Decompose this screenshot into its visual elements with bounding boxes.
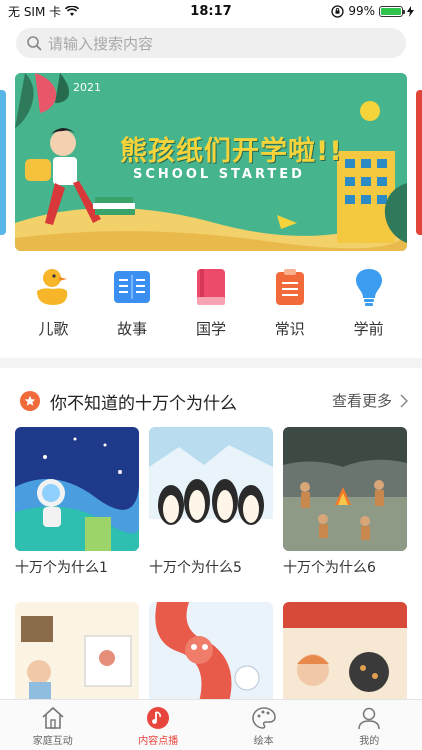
chevron-right-icon [400, 393, 408, 408]
section-star-icon [20, 391, 40, 411]
card-thumbnail [283, 427, 407, 551]
banner-year: 2021 [73, 81, 101, 94]
battery-icon [379, 5, 405, 17]
clipboard-icon [269, 266, 311, 308]
banner-next-peek[interactable] [416, 90, 422, 235]
card-title: 十万个为什么5 [149, 560, 242, 576]
music-note-icon [147, 707, 170, 729]
card-thumbnail [15, 602, 139, 702]
tab-label: 家庭互动 [32, 736, 73, 747]
category-stories[interactable]: 故事 [102, 266, 162, 346]
category-common-sense[interactable]: 常识 [260, 266, 320, 346]
see-more-link[interactable]: 查看更多 [332, 390, 408, 411]
cards-row [15, 602, 407, 702]
banner-subtitle: SCHOOL STARTED [133, 167, 305, 182]
see-more-label: 查看更多 [331, 392, 392, 410]
card-title: 十万个为什么1 [15, 560, 108, 576]
category-preschool[interactable]: 学前 [339, 266, 399, 346]
card-item[interactable] [15, 602, 139, 702]
card-item[interactable] [283, 602, 407, 702]
card-item[interactable]: 十万个为什么6 [283, 427, 407, 577]
category-label: 常识 [274, 320, 305, 338]
palette-icon [251, 707, 276, 729]
carrier-label: 无 SIM 卡 [8, 4, 62, 19]
section-title: 你不知道的十万个为什么 [50, 393, 237, 414]
duck-icon [32, 266, 74, 308]
card-thumbnail [149, 602, 273, 702]
person-icon [358, 707, 380, 730]
tab-label: 内容点播 [138, 736, 179, 747]
search-bar[interactable]: 请输入搜索内容 [16, 28, 406, 58]
card-item[interactable] [149, 602, 273, 702]
orientation-lock-icon [331, 4, 344, 18]
status-right: 99% [331, 4, 414, 18]
tab-mine[interactable]: 我的 [329, 700, 409, 750]
wifi-icon [65, 5, 80, 16]
battery-fill [381, 7, 401, 15]
tab-picture-books[interactable]: 绘本 [224, 700, 304, 750]
banner[interactable]: 2021 熊孩纸们开学啦!! SCHOOL STARTED [15, 73, 407, 251]
category-label: 儿歌 [38, 320, 69, 338]
cards-row: 十万个为什么1 十万个为什么5 十万个为什么6 [15, 427, 407, 577]
category-chinese-classics[interactable]: 国学 [181, 266, 241, 346]
status-bar: 无 SIM 卡 18:17 99% [0, 0, 422, 22]
charging-icon [407, 5, 414, 17]
card-item[interactable]: 十万个为什么1 [15, 427, 139, 577]
category-row: 儿歌 故事 国学 常识 学前 [0, 266, 422, 346]
tab-content-on-demand[interactable]: 内容点播 [118, 700, 198, 750]
section-header: 你不知道的十万个为什么 查看更多 [0, 386, 422, 416]
red-book-icon [190, 266, 232, 308]
cards-grid: 十万个为什么1 十万个为什么5 十万个为什么6 [15, 427, 407, 702]
tab-family-interaction[interactable]: 家庭互动 [13, 700, 93, 750]
tab-label: 绘本 [253, 736, 274, 747]
card-thumbnail [283, 602, 407, 702]
category-nursery-rhymes[interactable]: 儿歌 [23, 266, 83, 346]
house-icon [42, 706, 64, 729]
card-item[interactable]: 十万个为什么5 [149, 427, 273, 577]
category-label: 学前 [353, 320, 384, 338]
lightbulb-icon [348, 266, 390, 308]
search-icon [27, 36, 42, 51]
category-label: 故事 [117, 320, 148, 338]
category-label: 国学 [195, 320, 226, 338]
card-thumbnail [15, 427, 139, 551]
banner-title: 熊孩纸们开学啦!! [120, 136, 343, 167]
book-icon [111, 266, 153, 308]
status-left: 无 SIM 卡 [8, 3, 80, 20]
section-divider [0, 358, 422, 368]
card-thumbnail [149, 427, 273, 551]
battery-percent: 99% [348, 4, 375, 18]
card-title: 十万个为什么6 [283, 560, 376, 576]
tab-bar: 家庭互动 内容点播 绘本 我的 [0, 699, 422, 750]
search-input[interactable]: 请输入搜索内容 [48, 33, 153, 54]
banner-prev-peek[interactable] [0, 90, 6, 235]
tab-label: 我的 [359, 736, 380, 747]
